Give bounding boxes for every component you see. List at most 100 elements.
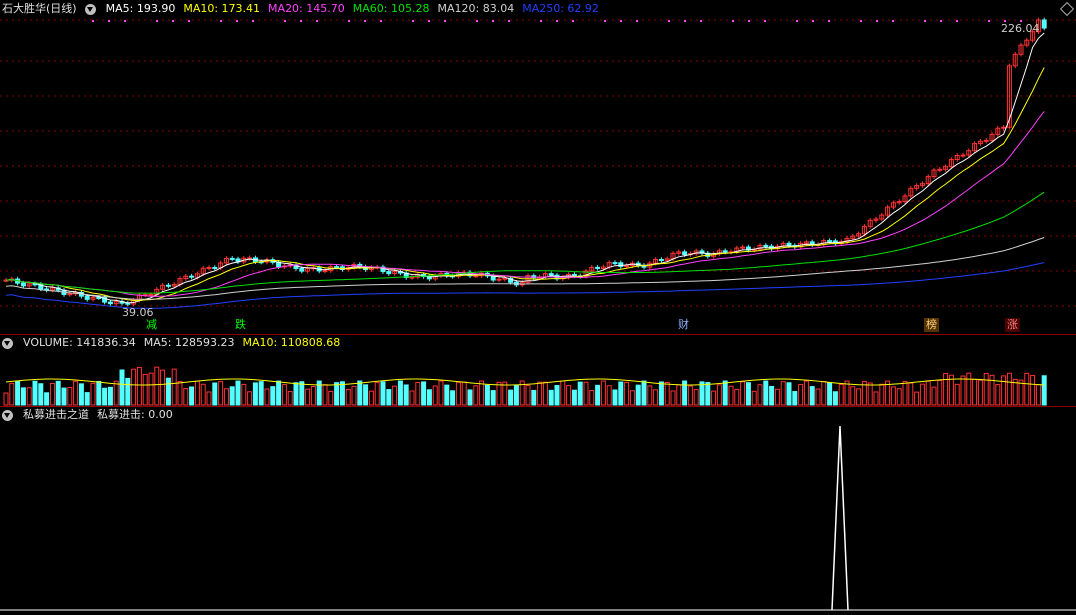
candle-body — [189, 275, 195, 278]
candle-body — [96, 297, 102, 300]
indicator-chart-canvas[interactable] — [0, 406, 1076, 615]
volume-bar — [827, 382, 833, 406]
volume-bar — [113, 380, 119, 406]
marker-jian[interactable]: 减 — [144, 318, 159, 332]
volume-bar — [1024, 372, 1030, 406]
volume-bar — [716, 384, 722, 406]
volume-bar — [844, 380, 850, 406]
volume-bar — [247, 391, 253, 406]
signal-dot — [316, 20, 318, 22]
volume-bar — [409, 390, 415, 406]
volume-bar — [189, 386, 195, 406]
chevron-down-icon[interactable] — [84, 3, 96, 15]
volume-bar — [925, 380, 931, 406]
candle-body — [322, 270, 328, 273]
volume-bar — [989, 374, 995, 406]
signal-dot — [348, 20, 350, 22]
volume-bar — [653, 389, 659, 406]
indicator-value: 私募进击: 0.00 — [97, 408, 173, 421]
chevron-down-icon[interactable] — [2, 337, 13, 349]
volume-ma5: MA5: 128593.23 — [143, 336, 235, 349]
volume-bar — [194, 380, 200, 406]
price-chart-canvas[interactable] — [0, 0, 1076, 334]
volume-bar — [670, 390, 676, 406]
volume-bar — [293, 382, 299, 406]
volume-bar — [264, 388, 270, 406]
volume-bar — [345, 388, 351, 406]
volume-bar — [676, 384, 682, 406]
volume-bar — [334, 382, 340, 406]
volume-bar — [212, 382, 218, 406]
indicator-spike — [831, 425, 849, 611]
volume-bar — [879, 383, 885, 406]
volume-bar — [32, 380, 38, 406]
candle-body — [595, 266, 601, 269]
volume-bar — [537, 381, 543, 406]
volume-bar — [15, 380, 21, 406]
volume-bar — [438, 380, 444, 406]
indicator-pane[interactable]: 私募进击之道 私募进击: 0.00 — [0, 406, 1076, 615]
volume-bar — [867, 382, 873, 406]
volume-bar — [734, 388, 740, 406]
signal-dot — [812, 20, 814, 22]
volume-bar — [281, 384, 287, 406]
volume-bar — [351, 385, 357, 406]
ma5-line — [5, 32, 1045, 304]
volume-ma-line — [5, 378, 1045, 386]
marker-cai[interactable]: 财 — [676, 318, 691, 332]
volume-bar — [815, 388, 821, 406]
signal-dot — [892, 20, 894, 22]
volume-bar — [490, 390, 496, 406]
volume-bar — [305, 388, 311, 406]
price-legend: 石大胜华(日线) MA5: 193.90 MA10: 173.41 MA20: … — [0, 0, 599, 18]
volume-bar — [908, 382, 914, 406]
marker-zhang[interactable]: 涨 — [1005, 318, 1020, 332]
volume-pane[interactable]: VOLUME: 141836.34 MA5: 128593.23 MA10: 1… — [0, 334, 1076, 406]
volume-bar — [363, 384, 369, 406]
volume-bar — [566, 385, 572, 406]
volume-bar — [966, 372, 972, 406]
signal-dot — [124, 20, 126, 22]
marker-die[interactable]: 跌 — [233, 318, 248, 332]
volume-bar — [136, 366, 142, 406]
volume-bar — [763, 380, 769, 406]
volume-bar — [1030, 374, 1036, 406]
volume-value: VOLUME: 141836.34 — [23, 336, 136, 349]
volume-bar — [786, 382, 792, 406]
marker-bang[interactable]: 榜 — [924, 318, 939, 332]
volume-bar — [838, 383, 844, 406]
candle-body — [786, 242, 792, 247]
volume-bar — [728, 385, 734, 406]
volume-bar — [740, 381, 746, 406]
volume-bar — [792, 391, 798, 406]
ma20-line — [5, 111, 1045, 297]
stock-title: 石大胜华(日线) — [2, 2, 77, 15]
candle-body — [84, 295, 90, 300]
volume-bar — [577, 381, 583, 406]
volume-bar — [426, 389, 432, 406]
volume-bar — [44, 392, 50, 406]
volume-bar — [26, 387, 32, 406]
candle-body — [937, 168, 943, 171]
volume-bar — [165, 377, 171, 406]
signal-dot — [252, 20, 254, 22]
volume-bar — [455, 381, 461, 406]
price-chart-pane[interactable]: 石大胜华(日线) MA5: 193.90 MA10: 173.41 MA20: … — [0, 0, 1076, 334]
volume-bar — [3, 392, 9, 406]
volume-bar — [119, 369, 125, 406]
signal-dot — [924, 20, 926, 22]
volume-bar — [450, 390, 456, 406]
volume-bar — [745, 382, 751, 406]
ma10-line — [5, 67, 1045, 302]
volume-bar — [200, 383, 206, 406]
candle-body — [502, 277, 508, 280]
volume-bar — [397, 380, 403, 406]
signal-dot — [572, 20, 574, 22]
volume-bar — [983, 372, 989, 406]
volume-bar — [618, 381, 624, 406]
volume-bar — [589, 390, 595, 406]
chevron-down-icon[interactable] — [2, 409, 13, 421]
volume-bar — [84, 392, 90, 406]
volume-bar — [873, 391, 879, 406]
signal-dot — [284, 20, 286, 22]
